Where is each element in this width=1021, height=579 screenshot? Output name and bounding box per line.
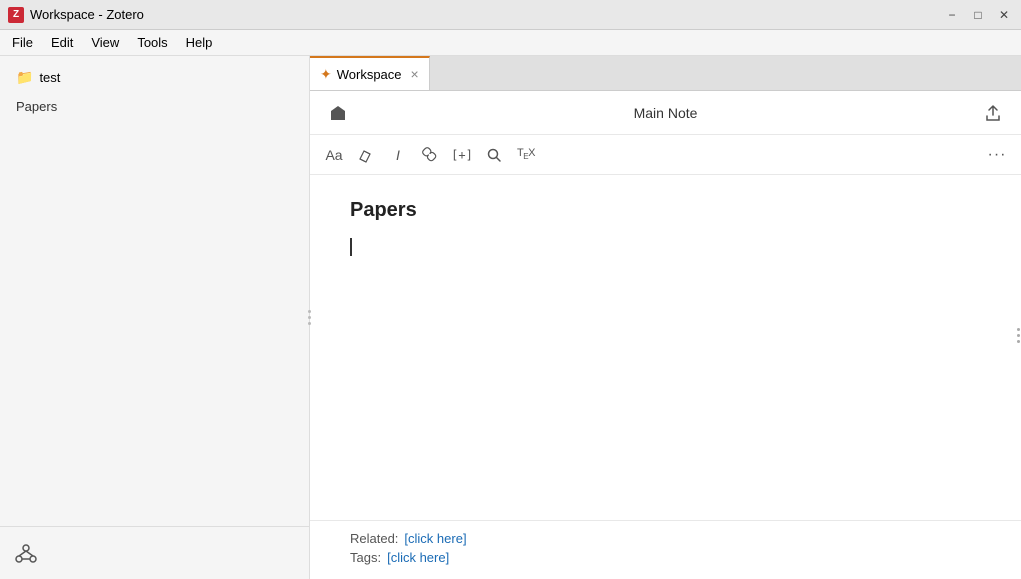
more-icon: ··· [988, 146, 1007, 164]
collection-label: Papers [12, 91, 297, 118]
insert-button[interactable]: [+] [448, 141, 476, 169]
sidebar-resize-handle[interactable] [304, 308, 314, 328]
more-options-button[interactable]: ··· [983, 141, 1011, 169]
zotero-app-icon: Z [8, 7, 24, 23]
related-link[interactable]: [click here] [404, 531, 466, 546]
note-heading: Papers [350, 199, 981, 222]
home-button[interactable] [322, 97, 354, 129]
folder-icon: 📁 [16, 69, 33, 86]
search-icon [486, 147, 502, 163]
right-handle-dot-1 [1017, 328, 1020, 331]
note-content-cursor [350, 238, 981, 256]
maximize-button[interactable]: □ [969, 6, 987, 24]
tags-row: Tags: [click here] [350, 550, 981, 565]
graph-icon [15, 542, 37, 564]
tags-link[interactable]: [click here] [387, 550, 449, 565]
highlight-button[interactable] [352, 141, 380, 169]
tex-icon: TEX [517, 147, 535, 161]
menubar: File Edit View Tools Help [0, 30, 1021, 56]
italic-button[interactable]: I [384, 141, 412, 169]
menu-view[interactable]: View [83, 32, 127, 53]
menu-edit[interactable]: Edit [43, 32, 81, 53]
insert-icon: [+] [451, 148, 473, 162]
folder-label: test [39, 70, 60, 85]
tabs-bar: ✦ Workspace × [310, 56, 1021, 91]
sidebar-network-button[interactable] [8, 535, 44, 571]
font-size-button[interactable]: Aa [320, 141, 348, 169]
menu-tools[interactable]: Tools [129, 32, 175, 53]
titlebar-title: Z Workspace - Zotero [8, 7, 144, 23]
note-toolbar: Aa I [310, 135, 1021, 175]
tab-workspace[interactable]: ✦ Workspace × [310, 56, 430, 90]
export-button[interactable] [977, 97, 1009, 129]
note-title: Main Note [634, 105, 698, 121]
right-handle-dot-2 [1017, 334, 1020, 337]
workspace-tab-icon: ✦ [320, 66, 332, 83]
main-panel: Main Note Aa [310, 91, 1021, 579]
note-header-left [322, 97, 354, 129]
menu-file[interactable]: File [4, 32, 41, 53]
window-title: Workspace - Zotero [30, 7, 144, 22]
tags-label: Tags: [350, 550, 381, 565]
resize-dot-2 [308, 316, 311, 319]
app-body: 📁 test Papers [0, 56, 1021, 579]
right-handle-dot-3 [1017, 340, 1020, 343]
tab-close-button[interactable]: × [411, 67, 419, 81]
sidebar-bottom [0, 526, 309, 579]
tab-workspace-label: Workspace [337, 67, 402, 82]
note-footer: Related: [click here] Tags: [click here] [310, 520, 1021, 579]
titlebar: Z Workspace - Zotero − □ ✕ [0, 0, 1021, 30]
home-icon [329, 104, 347, 122]
minimize-button[interactable]: − [943, 6, 961, 24]
sidebar-content: 📁 test Papers [0, 56, 309, 526]
sidebar-item-test[interactable]: 📁 test [12, 66, 297, 89]
window-controls: − □ ✕ [943, 6, 1013, 24]
link-icon [422, 147, 438, 163]
sidebar: 📁 test Papers [0, 56, 310, 579]
right-area: ✦ Workspace × Main Note [310, 56, 1021, 579]
export-icon [984, 104, 1002, 122]
search-button[interactable] [480, 141, 508, 169]
related-label: Related: [350, 531, 398, 546]
related-row: Related: [click here] [350, 531, 981, 546]
resize-dot-3 [308, 322, 311, 325]
font-size-icon: Aa [325, 147, 342, 163]
italic-icon: I [396, 147, 400, 163]
right-panel-handle[interactable] [1015, 320, 1021, 350]
note-header-right [977, 97, 1009, 129]
note-header: Main Note [310, 91, 1021, 135]
text-cursor [350, 238, 352, 256]
menu-help[interactable]: Help [178, 32, 221, 53]
link-button[interactable] [416, 141, 444, 169]
close-button[interactable]: ✕ [995, 6, 1013, 24]
tex-button[interactable]: TEX [512, 141, 540, 169]
note-body[interactable]: Papers [310, 175, 1021, 520]
resize-dot-1 [308, 310, 311, 313]
highlight-icon [358, 147, 374, 163]
